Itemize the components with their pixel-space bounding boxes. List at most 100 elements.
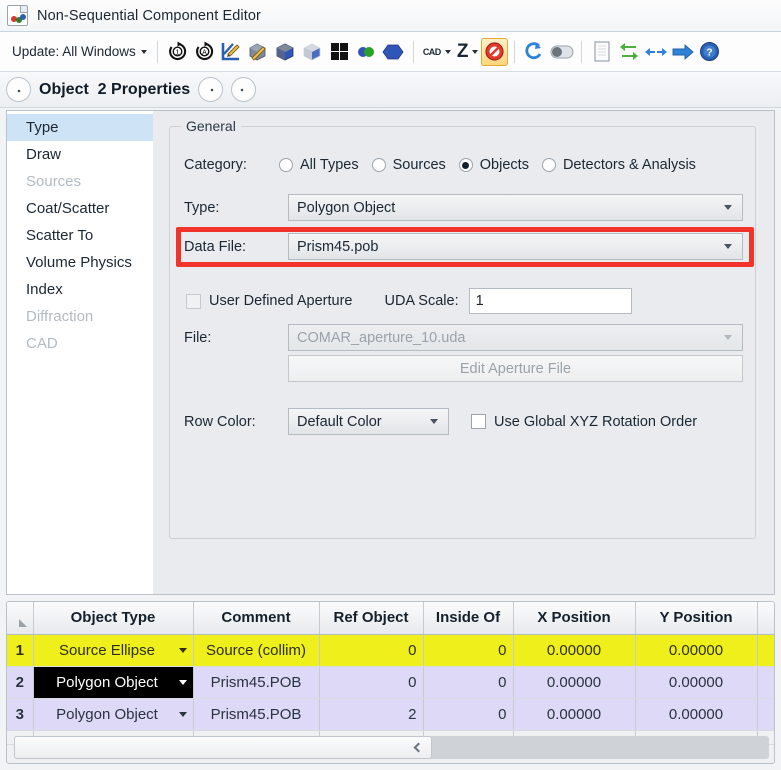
table-row[interactable]: 1 Source Ellipse Source (collim) 0 0 0.0… xyxy=(7,634,774,667)
sidebar-item-label: Scatter To xyxy=(26,227,94,244)
category-radio-group: All Types Sources Objects Detectors & An… xyxy=(279,157,696,173)
row-color-combobox[interactable]: Default Color xyxy=(288,408,449,435)
chevron-down-icon[interactable] xyxy=(178,679,187,685)
properties-body: Type Draw Sources Coat/Scatter Scatter T… xyxy=(6,110,775,595)
cell-y-position[interactable]: 0.00000 xyxy=(635,634,758,667)
help-icon[interactable]: ? xyxy=(696,38,723,66)
row-number[interactable]: 3 xyxy=(7,698,34,731)
type-label: Type: xyxy=(184,199,220,216)
cell-y-position[interactable]: 0.00000 xyxy=(635,666,758,699)
cell-x-position[interactable]: 0.00000 xyxy=(513,666,636,699)
chevron-down-icon xyxy=(430,419,438,424)
sidebar-item-draw[interactable]: Draw xyxy=(7,141,153,168)
cell-ref-object[interactable]: 0 xyxy=(319,634,424,667)
page-title: Object 2 Properties xyxy=(39,80,191,98)
radio-label: Detectors & Analysis xyxy=(562,157,696,173)
cell-inside-of[interactable]: 0 xyxy=(423,666,514,699)
update-once-icon[interactable]: 1 xyxy=(164,38,191,66)
window-title: Non-Sequential Component Editor xyxy=(37,7,261,24)
chevron-down-icon xyxy=(444,49,451,54)
user-defined-aperture-checkbox[interactable] xyxy=(186,293,201,309)
cell-inside-of[interactable]: 0 xyxy=(423,698,514,731)
table-row[interactable]: 3 Polygon Object Prism45.POB 2 0 0.00000… xyxy=(7,698,774,731)
swap-arrows-icon[interactable] xyxy=(615,38,642,66)
column-header-x-position[interactable]: X Position xyxy=(513,602,636,635)
cell-comment[interactable]: Prism45.POB xyxy=(193,698,320,731)
column-header-comment[interactable]: Comment xyxy=(193,602,320,635)
previous-object-button[interactable] xyxy=(198,77,224,102)
cell-z[interactable]: 0 xyxy=(757,634,774,667)
cell-x-position[interactable]: 0.00000 xyxy=(513,634,636,667)
table-horizontal-scrollbar[interactable] xyxy=(14,736,769,759)
update-all-icon[interactable]: A xyxy=(191,38,218,66)
hexagon-icon[interactable] xyxy=(380,38,407,66)
column-header-object-type[interactable]: Object Type xyxy=(33,602,194,635)
sidebar-item-label: Volume Physics xyxy=(26,254,132,271)
z-dropdown-icon[interactable]: Z xyxy=(454,38,482,66)
chevron-down-icon[interactable] xyxy=(178,711,187,717)
sidebar-item-coat-scatter[interactable]: Coat/Scatter xyxy=(7,195,153,222)
column-header-ref-object[interactable]: Ref Object xyxy=(319,602,424,635)
update-dropdown-button[interactable]: Update: All Windows xyxy=(8,41,151,62)
cell-z[interactable]: 10 xyxy=(757,666,774,699)
cell-comment[interactable]: Source (collim) xyxy=(193,634,320,667)
cell-x-position[interactable]: 0.00000 xyxy=(513,698,636,731)
chevron-down-icon xyxy=(472,49,479,54)
select-all-corner[interactable] xyxy=(7,602,34,635)
radio-all-types[interactable]: All Types xyxy=(279,157,359,173)
uda-scale-label: UDA Scale: xyxy=(384,293,459,309)
general-groupbox-legend: General xyxy=(181,118,241,134)
scrollbar-thumb[interactable] xyxy=(14,736,432,759)
radio-objects[interactable]: Objects xyxy=(458,157,529,173)
cell-object-type[interactable]: Source Ellipse xyxy=(33,634,194,667)
rotate-arrow-icon[interactable] xyxy=(521,38,548,66)
sidebar-item-scatter-to[interactable]: Scatter To xyxy=(7,222,153,249)
two-circles-icon[interactable] xyxy=(353,38,380,66)
radio-sources[interactable]: Sources xyxy=(371,157,446,173)
general-groupbox: General Category: All Types Sources Obje… xyxy=(169,118,756,539)
aperture-file-label: File: xyxy=(184,329,212,346)
sidebar-item-label: Draw xyxy=(26,146,62,163)
solid-object-icon[interactable] xyxy=(272,38,299,66)
row-number[interactable]: 1 xyxy=(7,634,34,667)
column-header-y-position[interactable]: Y Position xyxy=(635,602,758,635)
radio-detectors-analysis[interactable]: Detectors & Analysis xyxy=(541,157,696,173)
cell-ref-object[interactable]: 0 xyxy=(319,666,424,699)
shaded-object-icon[interactable] xyxy=(299,38,326,66)
object-table: Object Type Comment Ref Object Inside Of… xyxy=(6,601,775,764)
chevron-down-icon[interactable] xyxy=(178,647,187,653)
column-header-inside-of[interactable]: Inside Of xyxy=(423,602,514,635)
toggle-switch-icon[interactable] xyxy=(548,38,575,66)
chevron-down-icon xyxy=(724,244,732,249)
column-header-z[interactable]: Z xyxy=(757,602,774,635)
uda-scale-input[interactable]: 1 xyxy=(468,288,632,314)
blue-arrow-icon[interactable] xyxy=(669,38,696,66)
cell-ref-object[interactable]: 2 xyxy=(319,698,424,731)
page-icon[interactable] xyxy=(588,38,615,66)
cad-dropdown-icon[interactable]: CAD xyxy=(420,38,454,66)
edit-aperture-file-label: Edit Aperture File xyxy=(459,360,572,377)
table-row[interactable]: 2 Polygon Object Prism45.POB 0 0 0.00000… xyxy=(7,666,774,699)
collapse-panel-button[interactable] xyxy=(6,77,31,102)
sidebar-item-volume-physics[interactable]: Volume Physics xyxy=(7,249,153,276)
no-entry-icon[interactable] xyxy=(481,37,509,66)
sidebar-item-index[interactable]: Index xyxy=(7,276,153,303)
cell-object-type[interactable]: Polygon Object xyxy=(33,698,194,731)
small-arrows-icon[interactable] xyxy=(642,38,669,66)
data-file-combobox[interactable]: Prism45.pob xyxy=(288,233,743,260)
cell-inside-of[interactable]: 0 xyxy=(423,634,514,667)
row-number[interactable]: 2 xyxy=(7,666,34,699)
sidebar-item-type[interactable]: Type xyxy=(7,114,153,141)
next-object-button[interactable] xyxy=(231,77,257,102)
global-xyz-rotation-checkbox[interactable] xyxy=(471,414,486,429)
cell-z[interactable]: 20 xyxy=(757,698,774,731)
cell-comment[interactable]: Prism45.POB xyxy=(193,666,320,699)
radio-label: Sources xyxy=(392,157,446,173)
svg-text:?: ? xyxy=(707,47,713,59)
cell-object-type[interactable]: Polygon Object xyxy=(33,666,194,699)
grid-layout-icon[interactable] xyxy=(326,38,353,66)
draw-edit-icon[interactable] xyxy=(218,38,245,66)
cell-y-position[interactable]: 0.00000 xyxy=(635,698,758,731)
object-edit-icon[interactable] xyxy=(245,38,272,66)
type-combobox[interactable]: Polygon Object xyxy=(288,194,743,221)
